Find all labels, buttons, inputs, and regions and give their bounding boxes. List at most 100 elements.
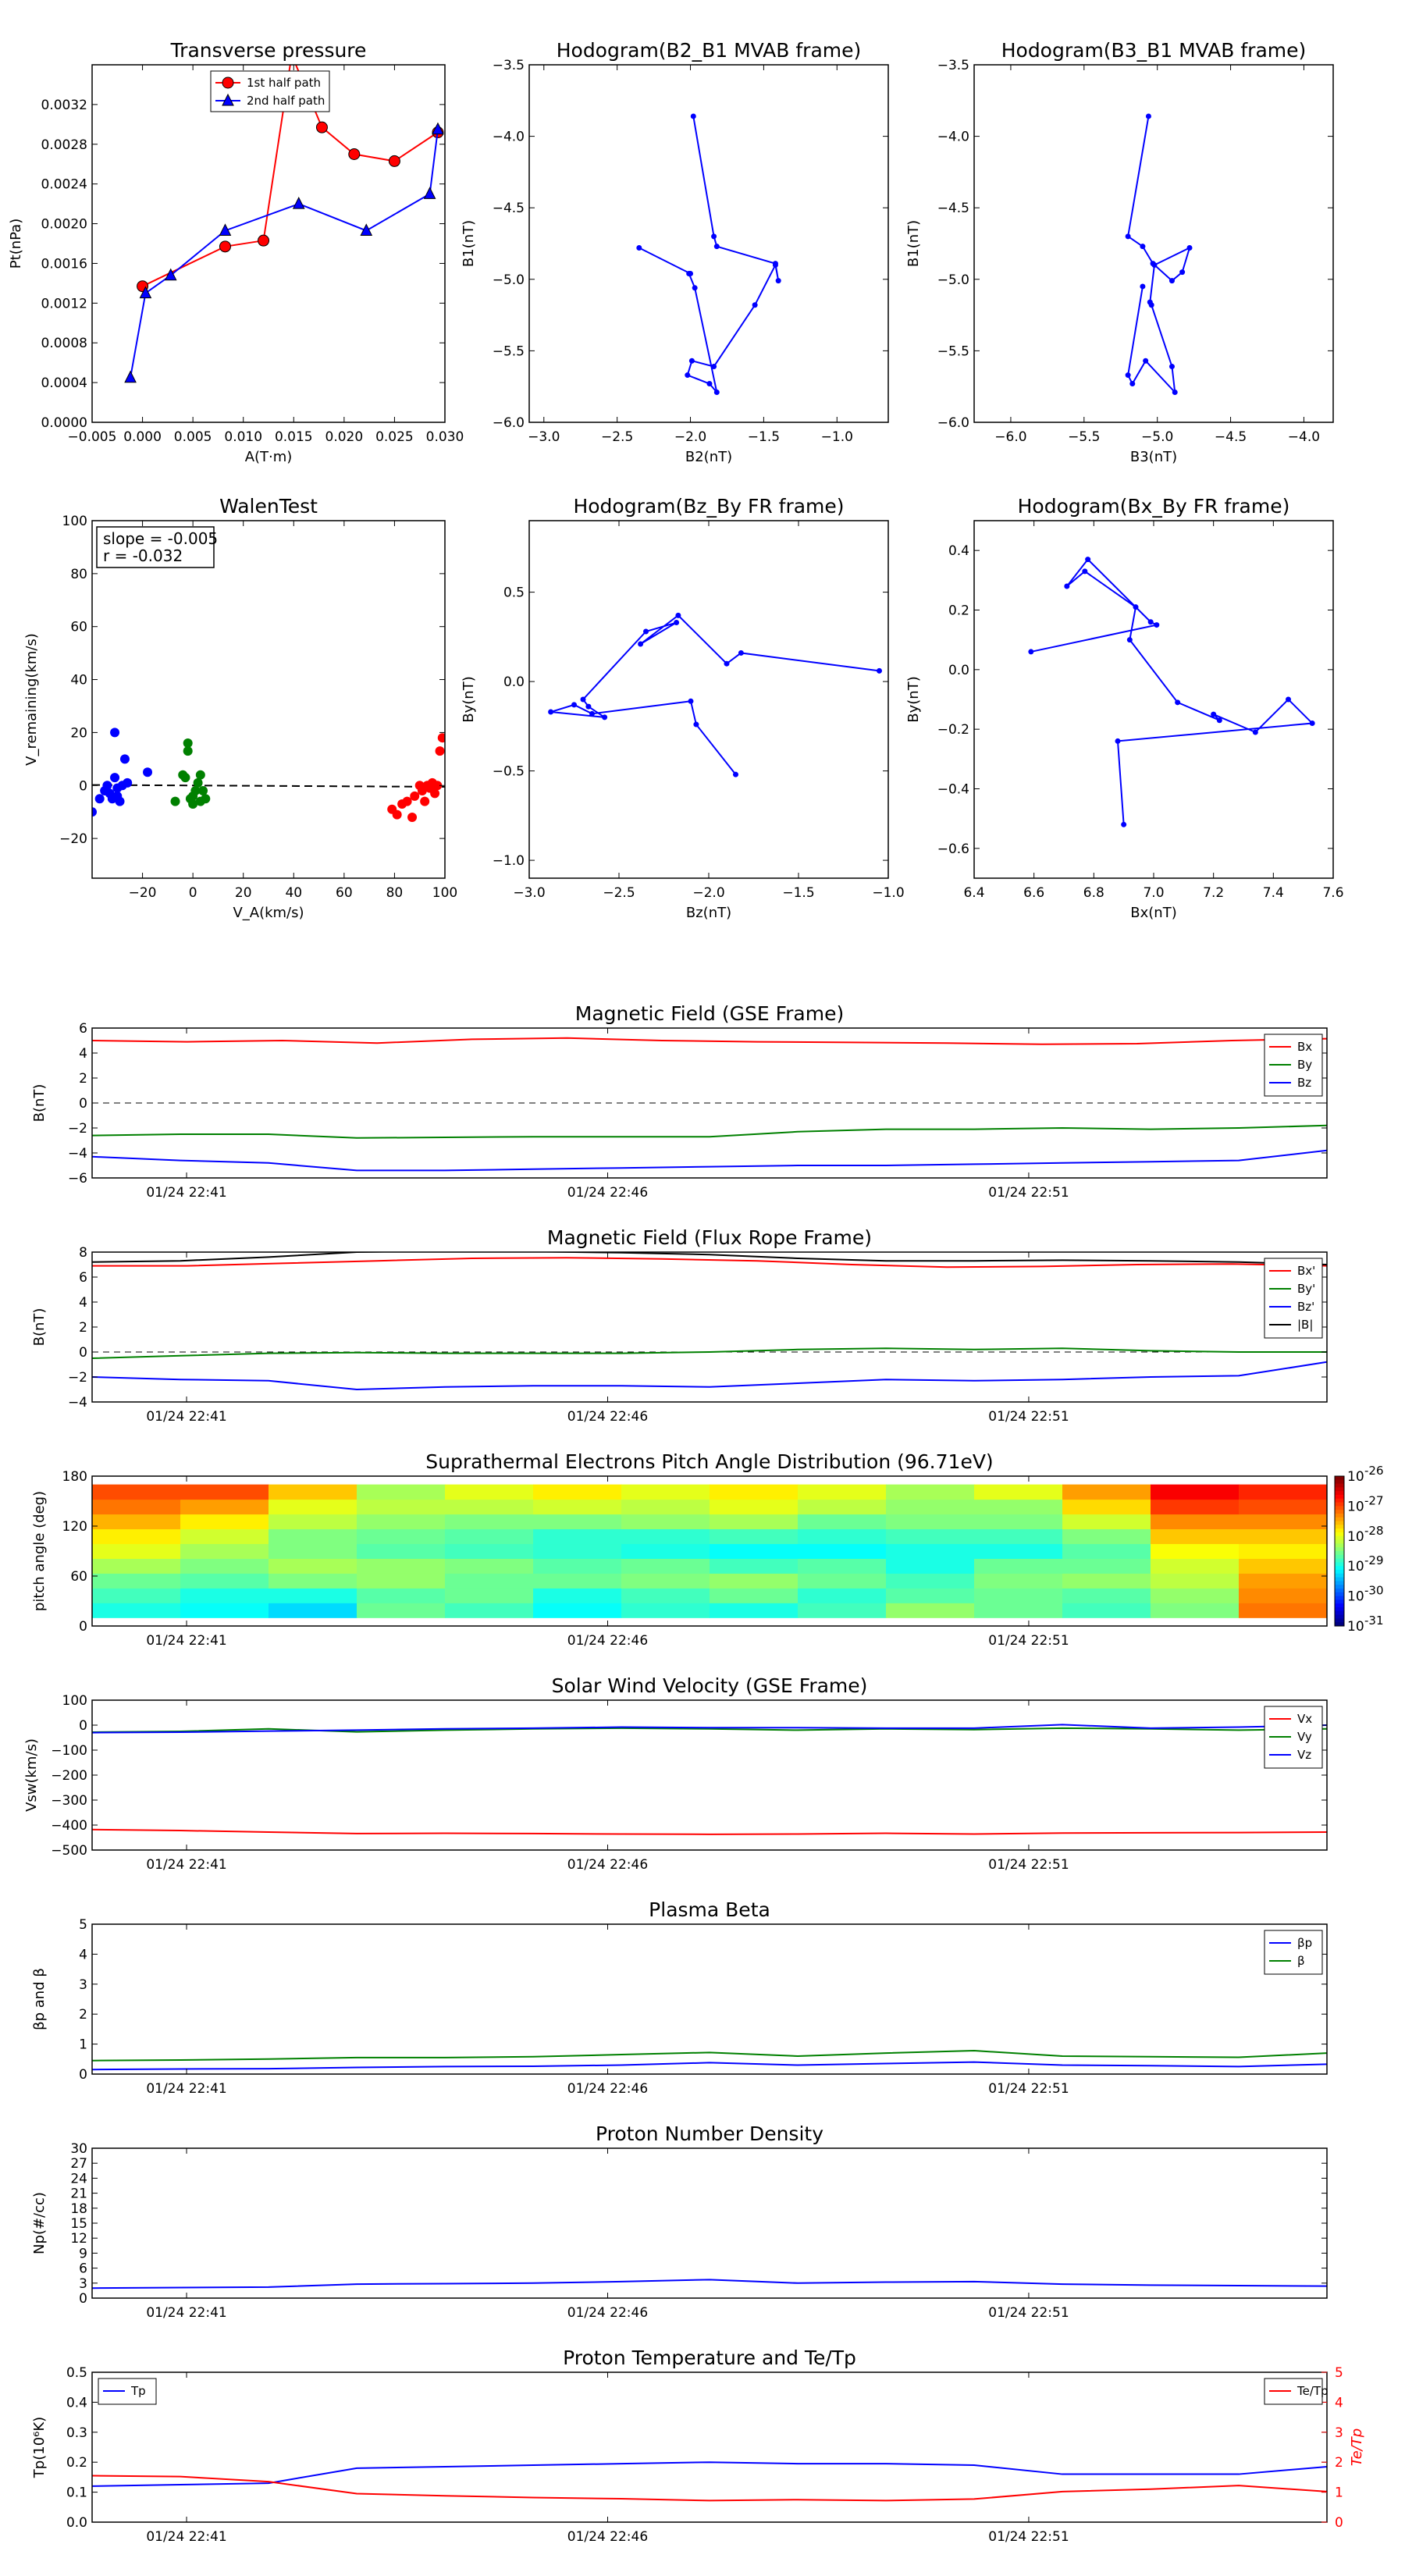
data-point [1125, 372, 1131, 379]
data-point [1028, 649, 1034, 655]
data-point [1140, 283, 1146, 290]
heatmap-cell [1062, 1528, 1151, 1545]
y-tick-label: −1.0 [493, 853, 525, 869]
heatmap-cell [180, 1573, 269, 1589]
legend-label: Te/Tp [1297, 2384, 1329, 2398]
heatmap-cell [445, 1499, 534, 1515]
heatmap-cell [269, 1573, 357, 1589]
colorbar-step [1335, 1614, 1344, 1619]
colorbar-label: 10 [1347, 1589, 1364, 1605]
y-tick-label: −300 [51, 1793, 87, 1809]
colorbar-step [1335, 1535, 1344, 1541]
chart-tp: Transverse pressure 0.0000 0.0004 0.0008 0.0… [8, 39, 464, 465]
time-tick-label: 01/24 22:51 [988, 2305, 1069, 2321]
data-point [430, 788, 440, 799]
heatmap-cell [1062, 1543, 1151, 1559]
y-tick-label: 3 [79, 1977, 87, 1993]
plot-area [1125, 113, 1193, 396]
y-tick-label: 0 [79, 778, 87, 794]
data-point [410, 791, 420, 801]
y-tick-label: 30 [70, 2141, 87, 2157]
stats-annotation: slope = -0.005r = -0.032 [96, 526, 218, 568]
data-point [183, 738, 193, 748]
y-tick-label: 2 [79, 2007, 87, 2023]
x-tick-label: −2.0 [692, 885, 724, 901]
y-tick-label: 9 [79, 2246, 87, 2261]
time-tick-label: 01/24 22:46 [567, 1857, 648, 1873]
y-tick-label: 0.4 [66, 2395, 87, 2411]
time-tick-label: 01/24 22:46 [567, 2305, 648, 2321]
data-point [1172, 390, 1178, 396]
colorbar-label: 10 [1347, 1619, 1364, 1635]
chart-bfr: Magnetic Field (Flux Rope Frame) −4 −2 0 2 4 6… [31, 1226, 1328, 1425]
x-tick-label: −6.0 [994, 429, 1026, 445]
data-point [1286, 696, 1291, 703]
data-point [119, 754, 130, 764]
data-point [222, 76, 234, 89]
data-point [94, 794, 105, 804]
data-point [1309, 720, 1315, 727]
heatmap-cell [1062, 1558, 1151, 1574]
y-tick-label: 2 [79, 1320, 87, 1336]
y-tick-label: −5.0 [493, 272, 525, 288]
axes-frame [91, 2147, 1328, 2299]
y-tick-label: 0.0016 [41, 256, 87, 272]
y-tick-label: 1 [79, 2037, 87, 2053]
y-tick-label: −200 [51, 1768, 87, 1784]
heatmap-cell [1062, 1588, 1151, 1603]
heatmap-cell [180, 1543, 269, 1559]
y-tick-label: 18 [70, 2201, 87, 2217]
plot-area [92, 1484, 1327, 1618]
figure: Transverse pressure0.00000.00040.00080.0… [8, 39, 1384, 2545]
x-tick-label: −4.5 [1215, 429, 1247, 445]
y-tick-label: 12 [70, 2231, 87, 2247]
y-tick-label: 120 [62, 1519, 87, 1535]
data-point [1143, 358, 1149, 364]
heatmap-cell [710, 1514, 799, 1530]
y-tick-label: 5 [79, 1917, 87, 1933]
heatmap-cell [1151, 1558, 1240, 1574]
y-tick-label: 80 [70, 567, 87, 582]
y-tick-label: −6 [68, 1171, 87, 1187]
data-point [1211, 711, 1217, 717]
time-tick-label: 01/24 22:46 [567, 1633, 648, 1649]
y-axis-label: Np(#/cc) [31, 2192, 48, 2254]
colorbar-exponent: -29 [1364, 1553, 1384, 1567]
y-tick-label: 0.5 [66, 2365, 87, 2381]
heatmap-cell [445, 1588, 534, 1603]
y-tick-label: 0.4 [948, 543, 969, 559]
x-tick-label: −3.0 [528, 429, 560, 445]
heatmap-cell [92, 1588, 181, 1603]
y-tick-label: 0.0004 [41, 375, 87, 391]
colorbar-step [1335, 1558, 1344, 1563]
data-point [1151, 262, 1158, 268]
x-tick-label: −2.0 [674, 429, 706, 445]
heatmap-cell [445, 1603, 534, 1618]
data-point [1179, 269, 1186, 276]
data-point [692, 285, 698, 291]
heatmap-cell [798, 1573, 887, 1589]
y-tick-label: −0.4 [937, 782, 969, 798]
heatmap-cell [445, 1514, 534, 1530]
y-tick-label: 4 [79, 1947, 87, 1962]
heatmap-cell [1239, 1528, 1327, 1545]
y-tick-label: 2 [79, 1071, 87, 1087]
heatmap-cell [710, 1588, 799, 1603]
heatmap-cell [357, 1558, 446, 1574]
time-tick-label: 01/24 22:51 [988, 1409, 1069, 1425]
data-point [193, 777, 203, 788]
time-tick-label: 01/24 22:41 [146, 1857, 226, 1873]
colorbar-step [1335, 1566, 1344, 1571]
heatmap-cell [445, 1558, 534, 1574]
time-tick-label: 01/24 22:41 [146, 1633, 226, 1649]
data-point [738, 649, 744, 656]
chart-vsw: Solar Wind Velocity (GSE Frame) −500 −400 −… [23, 1674, 1328, 1873]
heatmap-cell [1151, 1514, 1240, 1530]
y-tick-label: 100 [62, 514, 87, 529]
series-line-0 [92, 1037, 1327, 1045]
x-tick-label: 7.0 [1143, 885, 1164, 901]
chart-title: WalenTest [219, 495, 318, 518]
colorbar-step [1335, 1570, 1344, 1574]
heatmap-cell [357, 1543, 446, 1559]
time-tick-label: 01/24 22:41 [146, 2529, 226, 2545]
